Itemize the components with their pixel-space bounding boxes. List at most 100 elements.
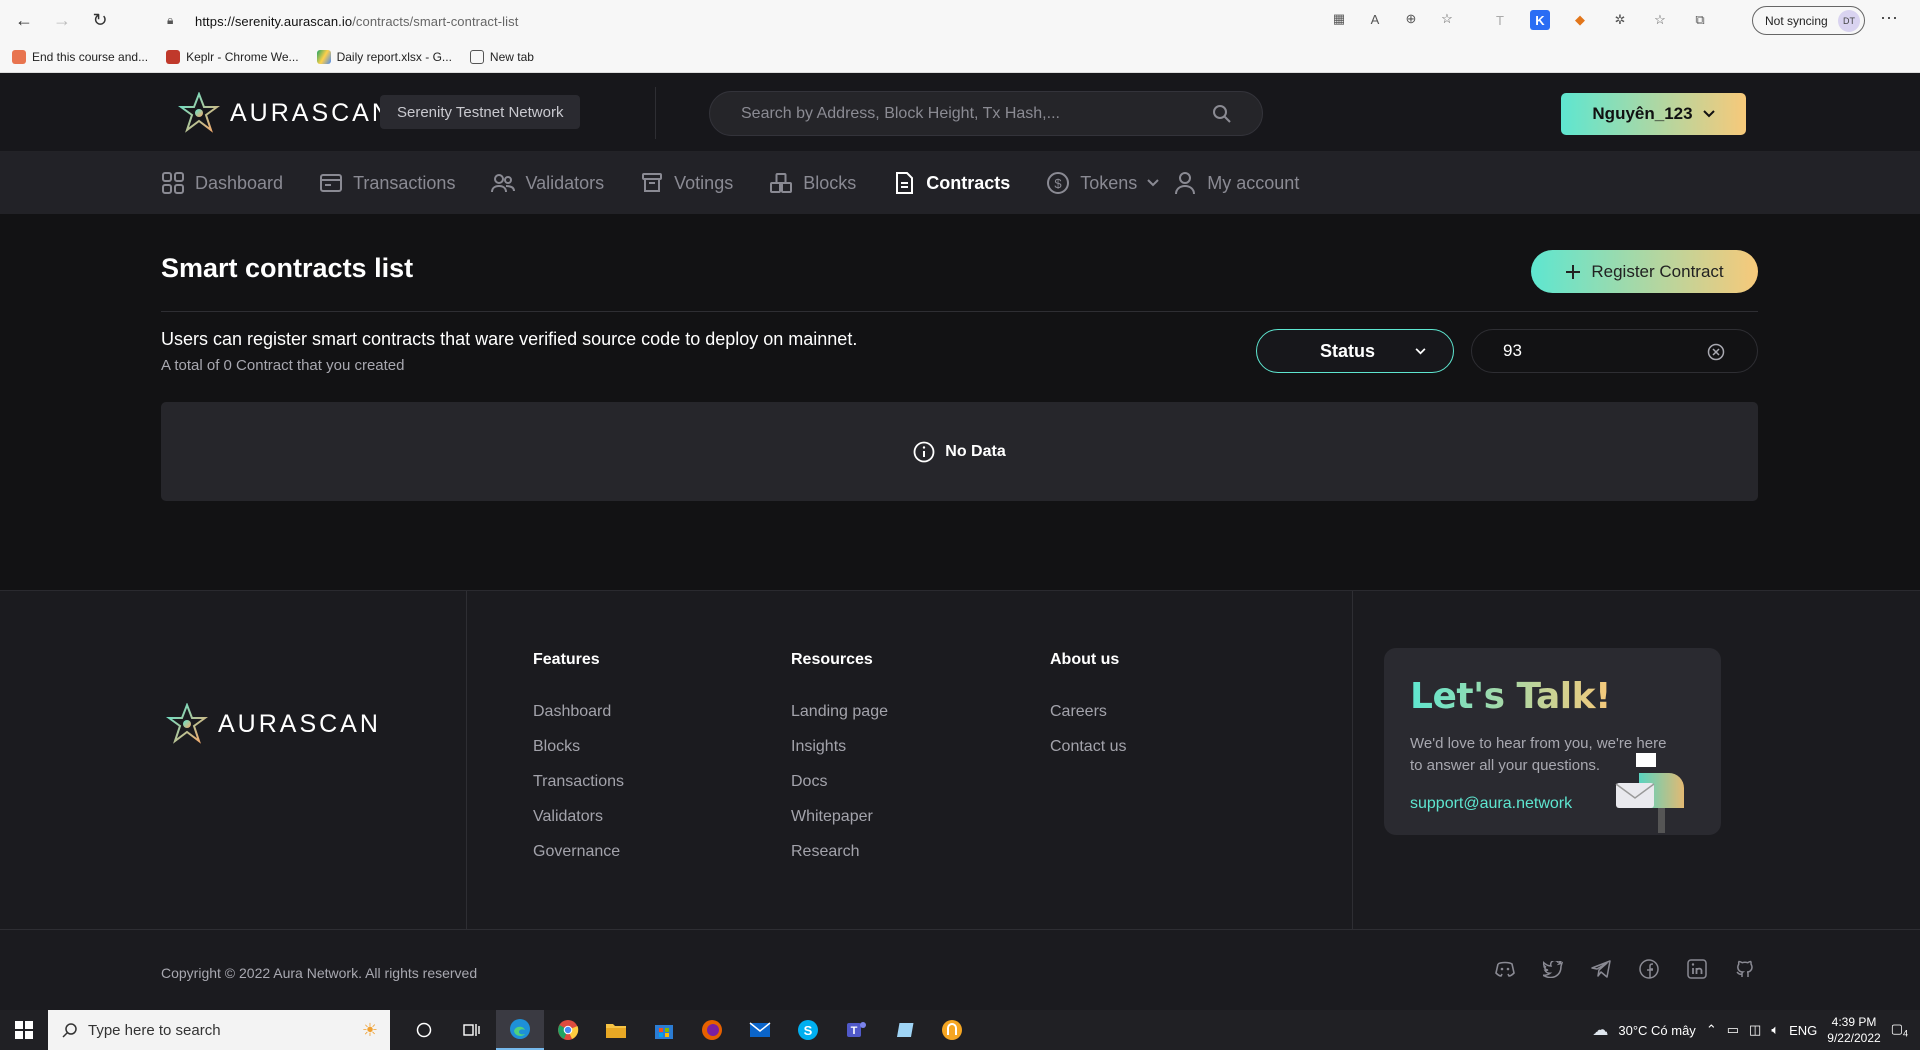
dashboard-icon: [162, 172, 184, 194]
footer-heading: Features: [533, 651, 600, 668]
logo[interactable]: AURASCAN: [178, 92, 393, 134]
chevron-down-icon: [1147, 179, 1159, 187]
facebook-icon[interactable]: [1638, 958, 1660, 980]
teams-app-icon[interactable]: T: [832, 1010, 880, 1050]
chevron-up-icon[interactable]: ⌃: [1706, 1022, 1717, 1038]
empty-state: No Data: [161, 402, 1758, 501]
wifi-icon[interactable]: ◫: [1749, 1022, 1761, 1038]
zoom-icon[interactable]: ⊕: [1402, 10, 1420, 28]
nav-item-blocks[interactable]: Blocks: [769, 171, 856, 195]
notification-icon[interactable]: ▢4: [1891, 1021, 1908, 1039]
footer-link[interactable]: Landing page: [791, 703, 888, 721]
bookmark-item[interactable]: End this course and...: [12, 49, 148, 64]
chrome-app-icon[interactable]: [544, 1010, 592, 1050]
language-indicator[interactable]: ENG: [1789, 1023, 1817, 1038]
contract-search-input[interactable]: 93: [1471, 329, 1758, 373]
footer-link[interactable]: Transactions: [533, 773, 624, 791]
back-icon[interactable]: ←: [10, 7, 38, 35]
svg-text:S: S: [804, 1023, 813, 1038]
discord-icon[interactable]: [1494, 958, 1516, 980]
weather-icon[interactable]: ☁: [1592, 1020, 1608, 1040]
social-links: [1494, 958, 1756, 980]
url-host: https://serenity.aurascan.io: [195, 13, 353, 29]
footer-link[interactable]: Insights: [791, 738, 888, 756]
vpn-app-icon[interactable]: [928, 1010, 976, 1050]
nav-item-contracts[interactable]: Contracts: [892, 171, 1010, 195]
support-email-link[interactable]: support@aura.network: [1410, 795, 1572, 813]
extension-metamask-icon[interactable]: ◆: [1570, 10, 1590, 30]
footer-divider: [466, 591, 467, 929]
footer-link[interactable]: Careers: [1050, 703, 1126, 721]
footer-link[interactable]: Whitepaper: [791, 808, 888, 826]
notepad-app-icon[interactable]: [880, 1010, 928, 1050]
task-view-icon[interactable]: [448, 1010, 496, 1050]
lock-icon: 🔒︎: [167, 13, 174, 27]
github-icon[interactable]: [1734, 958, 1756, 980]
system-tray: ☁ 30°C Có mây ⌃ ▭ ◫ 🔈︎ ENG 4:39 PM 9/22/…: [1592, 1010, 1920, 1050]
register-label: Register Contract: [1591, 261, 1724, 281]
nav-item-votings[interactable]: Votings: [640, 171, 733, 195]
footer-link[interactable]: Governance: [533, 843, 624, 861]
edge-app-icon[interactable]: [496, 1010, 544, 1050]
votings-icon: [642, 173, 663, 192]
footer-link[interactable]: Docs: [791, 773, 888, 791]
status-dropdown[interactable]: Status: [1256, 329, 1454, 373]
register-contract-button[interactable]: Register Contract: [1531, 250, 1758, 293]
footer-heading: Resources: [791, 651, 873, 668]
extensions-icon[interactable]: ✲: [1610, 10, 1630, 30]
footer-link[interactable]: Validators: [533, 808, 624, 826]
firefox-app-icon[interactable]: [688, 1010, 736, 1050]
nav-label: My account: [1207, 172, 1300, 193]
footer-link[interactable]: Blocks: [533, 738, 624, 756]
footer-link[interactable]: Research: [791, 843, 888, 861]
favorites-icon[interactable]: ☆: [1650, 10, 1670, 30]
validators-icon: [491, 174, 516, 193]
skype-app-icon[interactable]: S: [784, 1010, 832, 1050]
clear-icon[interactable]: [1707, 343, 1725, 361]
nav-item-tokens[interactable]: $ Tokens: [1046, 171, 1159, 195]
cortana-icon[interactable]: [400, 1010, 448, 1050]
mail-app-icon[interactable]: [736, 1010, 784, 1050]
twitter-icon[interactable]: [1542, 958, 1564, 980]
nav-item-validators[interactable]: Validators: [491, 171, 604, 195]
collections-icon[interactable]: ⧉: [1690, 10, 1710, 30]
bookmark-favicon-icon: [166, 49, 181, 64]
transactions-icon: [320, 174, 343, 192]
refresh-icon[interactable]: ↻: [86, 7, 114, 35]
app-available-icon[interactable]: ▦: [1330, 10, 1348, 28]
favorite-add-icon[interactable]: ☆: [1438, 10, 1456, 28]
telegram-icon[interactable]: [1590, 958, 1612, 980]
more-icon[interactable]: ⋯: [1880, 8, 1898, 29]
nav-item-transactions[interactable]: Transactions: [319, 171, 455, 195]
address-bar[interactable]: 🔒︎ https://serenity.aurascan.io/contract…: [145, 6, 1320, 36]
user-menu-button[interactable]: Nguyên_123: [1561, 93, 1746, 135]
extension-t-icon[interactable]: T: [1490, 10, 1510, 30]
footer-link[interactable]: Contact us: [1050, 738, 1126, 756]
network-badge: Serenity Testnet Network: [380, 95, 581, 129]
extension-keplr-icon[interactable]: K: [1530, 10, 1550, 30]
linkedin-icon[interactable]: [1686, 958, 1708, 980]
search-input[interactable]: Search by Address, Block Height, Tx Hash…: [709, 91, 1263, 136]
plus-icon: [1566, 264, 1581, 279]
bookmark-item[interactable]: New tab: [469, 49, 534, 64]
store-app-icon[interactable]: [640, 1010, 688, 1050]
bookmark-item[interactable]: Daily report.xlsx - G...: [316, 49, 452, 64]
nav-label: Votings: [674, 172, 734, 193]
search-icon[interactable]: [1212, 104, 1232, 124]
network-icon[interactable]: ▭: [1727, 1022, 1739, 1038]
bookmark-item[interactable]: Keplr - Chrome We...: [166, 49, 299, 64]
volume-icon[interactable]: 🔈︎: [1771, 1022, 1779, 1038]
sync-button[interactable]: Not syncing DT: [1752, 6, 1865, 35]
read-aloud-icon[interactable]: A: [1366, 10, 1384, 28]
windows-start-icon[interactable]: [0, 1010, 48, 1050]
nav-item-my-account[interactable]: My account: [1173, 171, 1299, 195]
clock[interactable]: 4:39 PM 9/22/2022: [1827, 1014, 1880, 1046]
taskbar-search-input[interactable]: Type here to search ☀: [48, 1010, 390, 1050]
footer-link[interactable]: Dashboard: [533, 703, 624, 721]
nav-item-dashboard[interactable]: Dashboard: [161, 171, 283, 195]
search-highlight-icon: ☀: [361, 1019, 378, 1040]
footer-logo[interactable]: AURASCAN: [166, 703, 381, 745]
weather-text[interactable]: 30°C Có mây: [1618, 1023, 1695, 1038]
file-explorer-icon[interactable]: [592, 1010, 640, 1050]
forward-icon[interactable]: →: [48, 7, 76, 35]
